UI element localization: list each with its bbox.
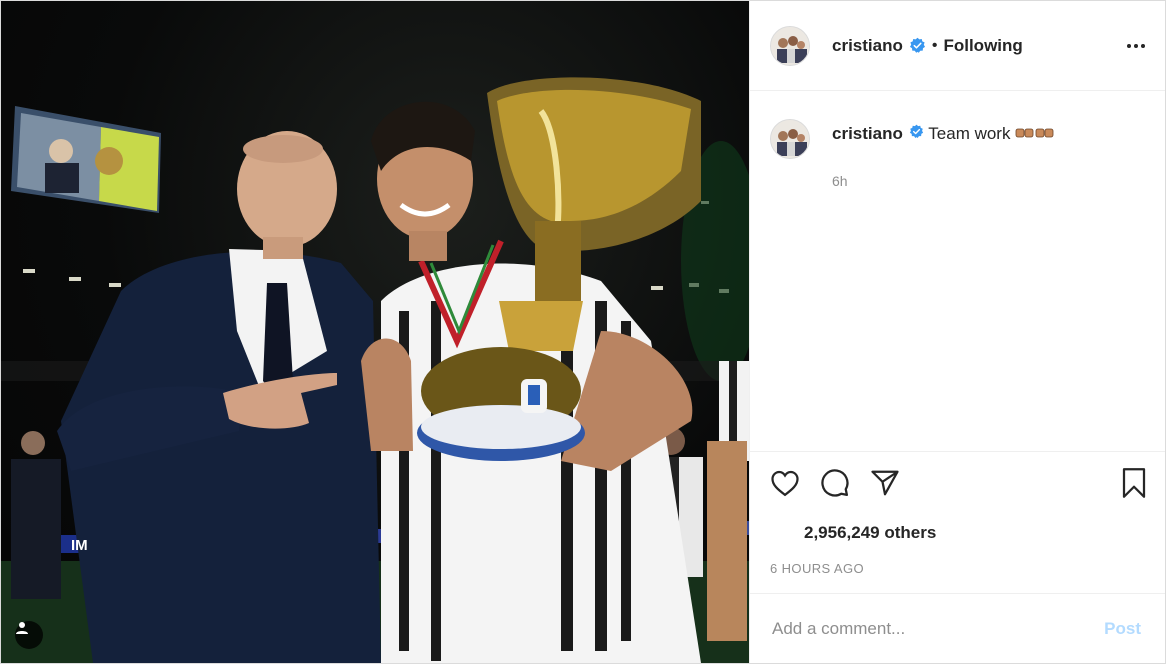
fist-bump-emoji-icon	[1015, 124, 1055, 143]
avatar-image	[771, 120, 809, 158]
comments-section: cristiano Team work 6h	[750, 91, 1165, 451]
caption-text: cristiano Team work	[832, 123, 1055, 145]
verified-badge-icon	[909, 124, 924, 139]
comment-input[interactable]	[770, 617, 1099, 640]
stadium-screen	[11, 106, 161, 213]
more-options-icon[interactable]	[1123, 33, 1149, 59]
user-tag-icon	[16, 622, 28, 634]
post-actions-bar	[750, 451, 1165, 513]
share-icon[interactable]	[868, 466, 902, 500]
avatar-image	[771, 26, 809, 65]
heart-icon[interactable]	[768, 466, 802, 500]
caption-body: Team work	[928, 124, 1011, 143]
add-comment-bar: Post	[750, 593, 1165, 663]
post-header: cristiano • Following	[750, 1, 1165, 91]
bookmark-icon[interactable]	[1117, 466, 1151, 500]
author-avatar[interactable]	[770, 25, 810, 66]
background-person-left	[11, 431, 61, 599]
likes-count[interactable]: 2,956,249 others	[750, 513, 1165, 553]
post-time-ago[interactable]: 6 HOURS AGO	[750, 553, 1165, 589]
caption-timestamp[interactable]: 6h	[832, 173, 1145, 189]
comment-icon[interactable]	[818, 466, 852, 500]
caption-username[interactable]: cristiano	[832, 124, 903, 143]
instagram-post: IM cristiano • Following cristiano Team …	[0, 0, 1166, 664]
following-button[interactable]: Following	[943, 36, 1022, 56]
post-side-panel: cristiano • Following cristiano Team wor…	[749, 1, 1165, 663]
verified-badge-icon	[909, 37, 926, 54]
post-comment-button[interactable]: Post	[1098, 618, 1147, 640]
author-username[interactable]: cristiano	[832, 36, 903, 56]
post-photo[interactable]: IM	[1, 1, 749, 663]
caption-avatar[interactable]	[770, 119, 810, 159]
header-separator: •	[931, 36, 938, 54]
photo-illustration: IM	[1, 77, 749, 663]
user-tag-button[interactable]	[15, 621, 43, 649]
caption-row: cristiano Team work	[770, 119, 1145, 159]
led-board-text: IM	[71, 537, 88, 554]
man-in-suit	[57, 131, 381, 663]
